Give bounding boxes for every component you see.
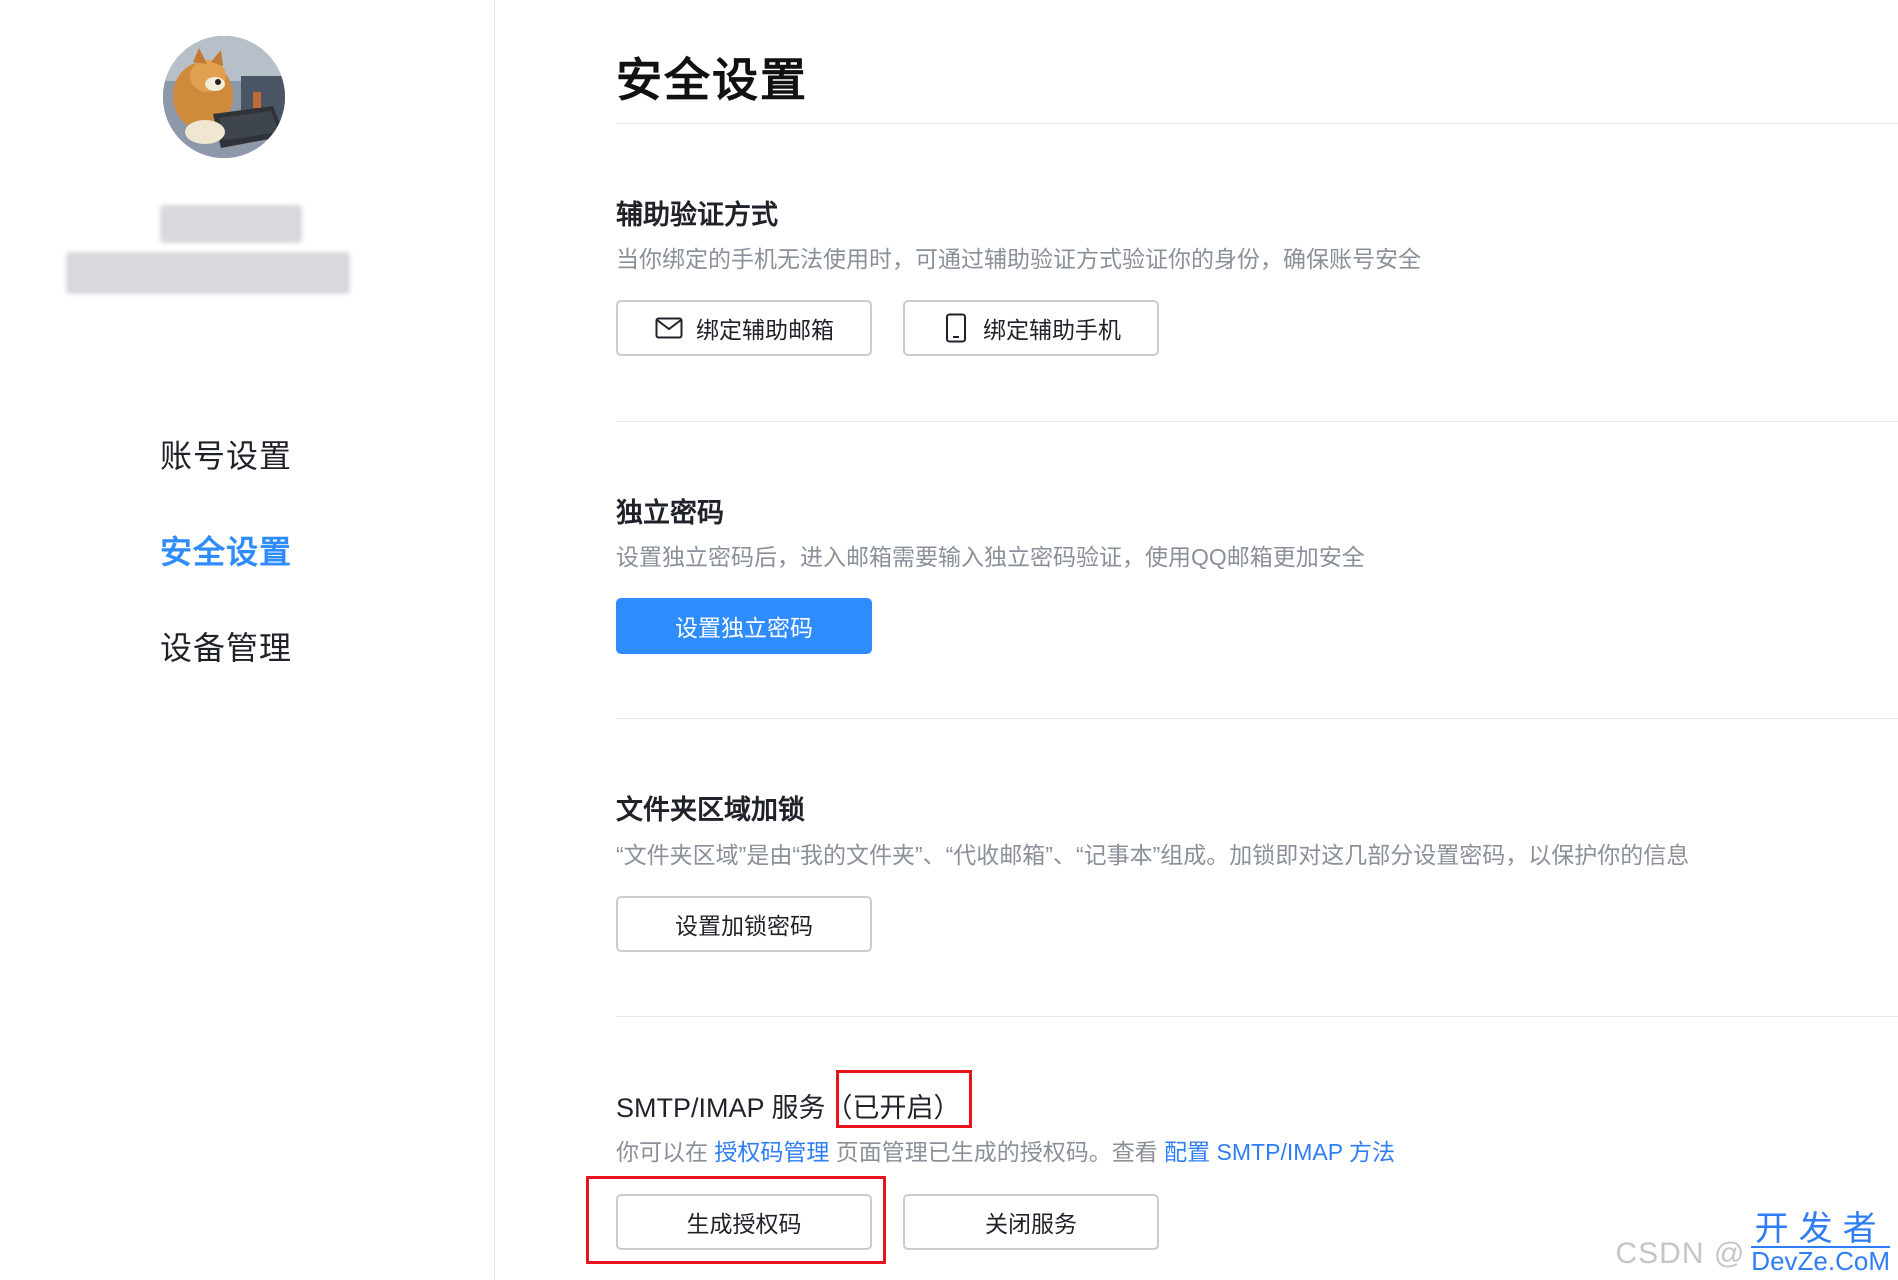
divider — [616, 718, 1898, 719]
watermark-brand: 开发者 DevZe.CoM — [1751, 1212, 1890, 1274]
watermark-brand-cn: 开发者 — [1754, 1209, 1887, 1249]
divider — [616, 123, 1898, 124]
watermark: CSDN @ 开发者 DevZe.CoM — [1615, 1212, 1898, 1280]
section-title: 文件夹区域加锁 — [616, 795, 805, 825]
section-title: 独立密码 — [616, 498, 724, 528]
desc-text: 你可以在 — [616, 1139, 715, 1165]
smtp-config-guide-link[interactable]: 配置 SMTP/IMAP 方法 — [1164, 1139, 1395, 1165]
redacted-username — [160, 205, 302, 243]
divider — [616, 421, 1898, 422]
auth-code-management-link[interactable]: 授权码管理 — [714, 1139, 829, 1165]
avatar-image — [163, 36, 285, 158]
side-nav: 账号设置 安全设置 设备管理 — [160, 430, 292, 718]
section-title: 辅助验证方式 — [616, 200, 778, 230]
divider — [616, 1016, 1898, 1017]
watermark-csdn: CSDN @ — [1615, 1237, 1746, 1270]
section-desc: 设置独立密码后，进入邮箱需要输入独立密码验证，使用QQ邮箱更加安全 — [616, 544, 1365, 570]
bind-backup-phone-button[interactable]: 绑定辅助手机 — [903, 300, 1159, 356]
generate-auth-code-button[interactable]: 生成授权码 — [616, 1194, 872, 1250]
set-independent-password-button[interactable]: 设置独立密码 — [616, 598, 872, 654]
watermark-brand-en: DevZe.CoM — [1751, 1246, 1890, 1276]
section-desc: “文件夹区域”是由“我的文件夹”、“代收邮箱”、“记事本”组成。加锁即对这几部分… — [616, 842, 1690, 868]
sidebar-item-account[interactable]: 账号设置 — [160, 430, 292, 526]
section-desc: 你可以在 授权码管理 页面管理已生成的授权码。查看 配置 SMTP/IMAP 方… — [616, 1133, 1395, 1167]
smtp-status: （已开启） — [825, 1093, 961, 1123]
sidebar-item-devices[interactable]: 设备管理 — [160, 622, 292, 718]
sidebar-item-security[interactable]: 安全设置 — [160, 526, 292, 622]
avatar[interactable] — [163, 36, 285, 158]
sidebar: 账号设置 安全设置 设备管理 — [0, 0, 495, 1280]
section-title: SMTP/IMAP 服务（已开启） — [616, 1086, 961, 1125]
page-title: 安全设置 — [616, 54, 808, 106]
set-lock-password-button[interactable]: 设置加锁密码 — [616, 896, 872, 952]
phone-icon — [941, 313, 971, 343]
section-desc: 当你绑定的手机无法使用时，可通过辅助验证方式验证你的身份，确保账号安全 — [616, 246, 1421, 272]
bind-backup-email-button[interactable]: 绑定辅助邮箱 — [616, 300, 872, 356]
button-label: 绑定辅助手机 — [983, 317, 1121, 343]
desc-text: 页面管理已生成的授权码。查看 — [829, 1139, 1165, 1165]
button-label: 绑定辅助邮箱 — [696, 317, 834, 343]
redacted-email — [66, 252, 350, 294]
smtp-title: SMTP/IMAP 服务 — [616, 1093, 826, 1123]
disable-service-button[interactable]: 关闭服务 — [903, 1194, 1159, 1250]
mail-icon — [654, 313, 684, 343]
